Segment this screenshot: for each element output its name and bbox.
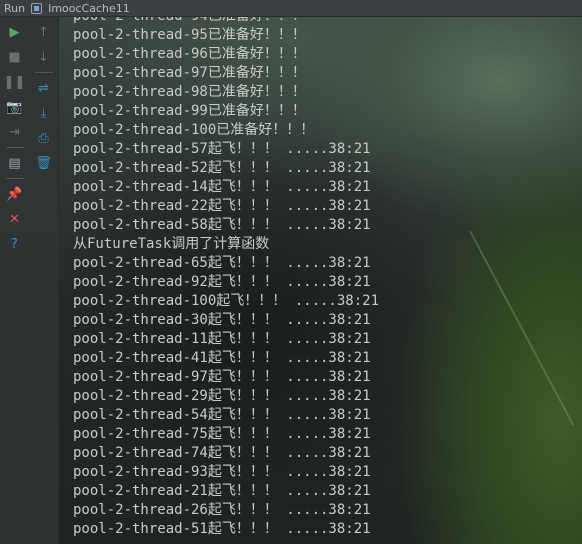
pause-icon[interactable]: ❚❚	[4, 72, 26, 92]
run-tool-window-header: Run ImoocCache11	[0, 0, 582, 17]
console-line: pool-2-thread-100起飞！！！ .....38:21	[73, 293, 380, 309]
exit-icon[interactable]: ⇥	[5, 122, 25, 142]
stop-icon[interactable]: ■	[5, 47, 25, 67]
console-line: pool-2-thread-29起飞！！！ .....38:21	[73, 388, 371, 404]
toolbar-separator	[34, 72, 53, 73]
console-line: pool-2-thread-41起飞！！！ .....38:21	[73, 350, 371, 366]
console-line: pool-2-thread-58起飞！！！ .....38:21	[73, 217, 371, 233]
console-line: 从FutureTask调用了计算函数	[73, 236, 270, 252]
console-line: pool-2-thread-98已准备好！！！	[73, 84, 306, 100]
pin-icon[interactable]: 📌	[5, 184, 25, 204]
run-toolbar-secondary: ↑ ↓ ⇌ ⤓ ⎙ 🗑	[29, 17, 59, 544]
console-output[interactable]: pool-2-thread-94已准备好！！！pool-2-thread-95已…	[73, 7, 578, 539]
help-icon[interactable]: ?	[5, 234, 25, 254]
layout-icon[interactable]: ▤	[5, 153, 25, 173]
console-line: pool-2-thread-54起飞！！！ .....38:21	[73, 407, 371, 423]
console-line: pool-2-thread-96已准备好！！！	[73, 46, 306, 62]
toolbar-separator	[5, 147, 24, 148]
console-line: pool-2-thread-97已准备好！！！	[73, 65, 306, 81]
console-line: pool-2-thread-26起飞！！！ .....38:21	[73, 502, 371, 518]
up-arrow-icon[interactable]: ↑	[34, 22, 54, 42]
console-line: pool-2-thread-30起飞！！！ .....38:21	[73, 312, 371, 328]
run-config-name[interactable]: ImoocCache11	[48, 2, 130, 15]
console-line: pool-2-thread-92起飞！！！ .....38:21	[73, 274, 371, 290]
console-line: pool-2-thread-93起飞！！！ .....38:21	[73, 464, 371, 480]
close-icon[interactable]: ✕	[5, 209, 25, 229]
print-icon[interactable]: ⎙	[34, 128, 54, 148]
soft-wrap-icon[interactable]: ⇌	[34, 78, 54, 98]
console-line: pool-2-thread-22起飞！！！ .....38:21	[73, 198, 371, 214]
rerun-icon[interactable]: ▶	[5, 22, 25, 42]
run-toolbar-primary: ▶ ■ ❚❚ 📷 ⇥ ▤ 📌 ✕?	[0, 17, 30, 544]
console-line: pool-2-thread-65起飞！！！ .....38:21	[73, 255, 371, 271]
console-line: pool-2-thread-100已准备好！！！	[73, 122, 315, 138]
console-line: pool-2-thread-57起飞！！！ .....38:21	[73, 141, 371, 157]
console-line: pool-2-thread-51起飞！！！ .....38:21	[73, 521, 371, 537]
dump-threads-icon[interactable]: 📷	[5, 97, 25, 117]
clear-all-icon[interactable]: 🗑	[34, 153, 54, 173]
console-line: pool-2-thread-14起飞！！！ .....38:21	[73, 179, 371, 195]
console-line: pool-2-thread-97起飞！！！ .....38:21	[73, 369, 371, 385]
toolbar-separator	[5, 178, 24, 179]
console-line: pool-2-thread-74起飞！！！ .....38:21	[73, 445, 371, 461]
run-config-icon	[31, 2, 43, 14]
console-line: pool-2-thread-95已准备好！！！	[73, 27, 306, 43]
console-line: pool-2-thread-52起飞！！！ .....38:21	[73, 160, 371, 176]
console-line: pool-2-thread-21起飞！！！ .....38:21	[73, 483, 371, 499]
console-line: pool-2-thread-75起飞！！！ .....38:21	[73, 426, 371, 442]
console-line: pool-2-thread-99已准备好！！！	[73, 103, 306, 119]
scroll-to-end-icon[interactable]: ⤓	[34, 103, 54, 123]
run-tab-label[interactable]: Run	[4, 2, 25, 15]
console-line: pool-2-thread-11起飞！！！ .....38:21	[73, 331, 371, 347]
down-arrow-icon[interactable]: ↓	[34, 47, 54, 67]
